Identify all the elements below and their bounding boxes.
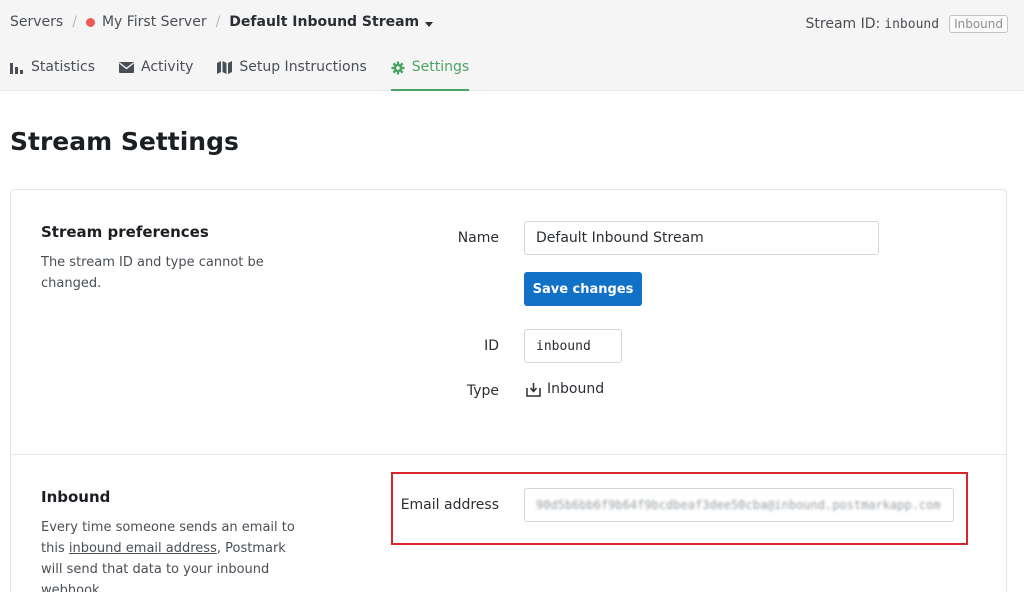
breadcrumb-server-link[interactable]: My First Server	[85, 14, 207, 30]
chevron-down-icon	[425, 22, 434, 27]
preferences-description: The stream ID and type cannot be changed…	[41, 255, 264, 291]
section-divider	[11, 454, 1006, 455]
tab-setup-instructions[interactable]: Setup Instructions	[217, 56, 367, 91]
type-label: Type	[466, 383, 499, 399]
breadcrumb-servers-link[interactable]: Servers	[10, 14, 63, 30]
tab-label: Activity	[141, 59, 194, 75]
type-value: Inbound	[526, 381, 604, 397]
map-icon	[217, 59, 233, 76]
tab-label: Settings	[411, 59, 470, 75]
breadcrumb: Servers / My First Server / Default Inbo…	[10, 12, 434, 32]
stream-name: Default Inbound Stream	[229, 14, 420, 30]
top-bar: Servers / My First Server / Default Inbo…	[0, 0, 1024, 91]
inbound-tray-icon	[526, 382, 541, 397]
settings-card: Stream preferences The stream ID and typ…	[10, 189, 1007, 592]
id-field: inbound	[524, 329, 622, 363]
stream-type-badge: Inbound	[949, 15, 1008, 33]
stream-id-label: Stream ID:	[805, 16, 881, 32]
email-address-label: Email address	[400, 497, 499, 513]
id-label: ID	[484, 338, 499, 354]
page-title: Stream Settings	[10, 127, 239, 156]
inbound-email-field[interactable]: 90d5b6bb6f9b64f9bcdbeaf3dee50cba@inbound…	[524, 488, 954, 522]
inbound-title: Inbound	[41, 488, 111, 506]
inbound-email-value: 90d5b6bb6f9b64f9bcdbeaf3dee50cba@inbound…	[536, 498, 941, 512]
server-status-dot	[85, 17, 95, 27]
type-value-text: Inbound	[547, 381, 605, 397]
stream-id-info: Stream ID: inbound Inbound	[806, 15, 1008, 33]
server-name: My First Server	[101, 14, 207, 30]
name-label: Name	[457, 230, 499, 246]
breadcrumb-separator: /	[215, 14, 221, 30]
bar-chart-icon	[10, 59, 24, 76]
tab-statistics[interactable]: Statistics	[10, 56, 95, 91]
stream-tabs: Statistics Activity Setup Instructions S…	[10, 56, 493, 91]
breadcrumb-separator: /	[72, 14, 77, 30]
stream-switcher-dropdown[interactable]: Default Inbound Stream	[229, 14, 434, 30]
tab-activity[interactable]: Activity	[119, 56, 193, 91]
save-changes-button[interactable]: Save changes	[524, 272, 642, 306]
envelope-icon	[119, 59, 134, 76]
tab-label: Statistics	[31, 59, 95, 75]
tab-settings[interactable]: Settings	[390, 56, 470, 91]
gear-icon	[391, 59, 405, 76]
name-input[interactable]: Default Inbound Stream	[524, 221, 879, 255]
inbound-description: Every time someone sends an email to thi…	[41, 517, 311, 592]
tab-label: Setup Instructions	[239, 59, 367, 75]
preferences-title: Stream preferences	[41, 223, 209, 241]
stream-id-value: inbound	[884, 16, 940, 32]
inbound-email-address-link[interactable]: inbound email address	[69, 541, 217, 556]
